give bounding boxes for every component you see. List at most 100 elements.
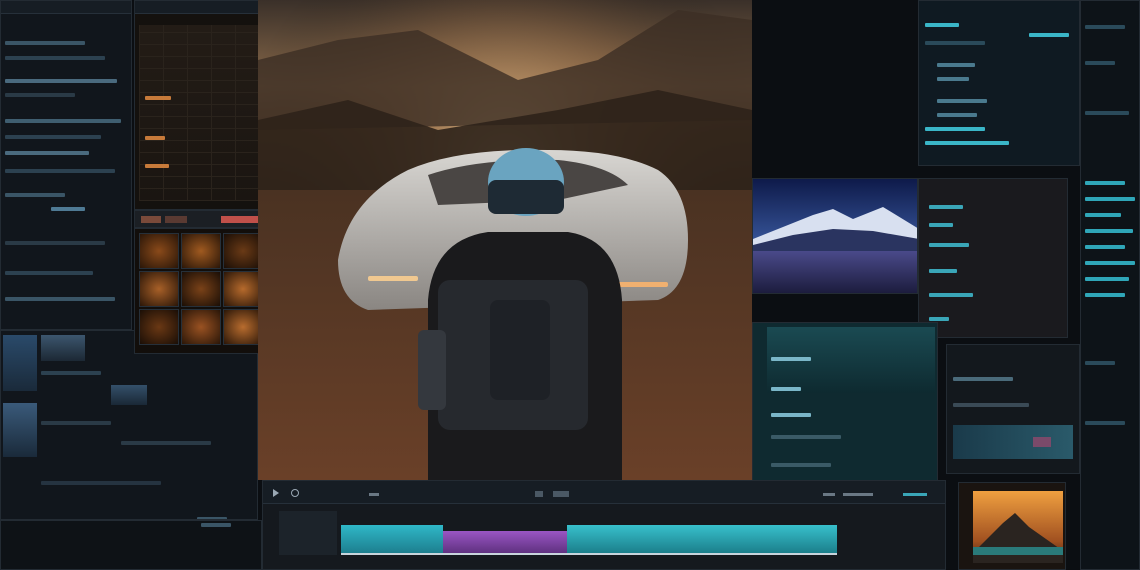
property-row[interactable]	[937, 77, 969, 81]
property-row[interactable]	[937, 113, 977, 117]
track-header[interactable]	[279, 511, 337, 555]
property-row[interactable]	[1029, 33, 1069, 37]
list-item[interactable]	[5, 56, 105, 60]
list-item[interactable]	[201, 523, 231, 527]
timeline-control[interactable]	[823, 493, 835, 496]
meter-bar	[953, 425, 1073, 459]
list-item[interactable]	[5, 93, 75, 97]
property-row[interactable]	[929, 243, 969, 247]
property-row[interactable]	[953, 403, 1029, 407]
media-bin-panel	[0, 330, 258, 520]
property-row[interactable]	[1085, 213, 1121, 217]
list-item[interactable]	[5, 169, 115, 173]
audio-mixer-panel	[946, 344, 1080, 474]
list-item[interactable]	[41, 421, 111, 425]
clip-thumbnail[interactable]	[181, 309, 221, 345]
preview-thumbnail[interactable]	[958, 482, 1066, 570]
clip-thumbnail[interactable]	[3, 403, 37, 457]
property-row[interactable]	[1085, 197, 1135, 201]
clip-thumbnail[interactable]	[3, 335, 37, 391]
effect-item[interactable]	[145, 136, 165, 140]
property-row[interactable]	[771, 463, 831, 467]
property-row[interactable]	[929, 205, 963, 209]
clip-thumbnail[interactable]	[223, 271, 263, 307]
property-row[interactable]	[1085, 111, 1129, 115]
list-item[interactable]	[5, 79, 117, 83]
property-row[interactable]	[929, 269, 957, 273]
list-item[interactable]	[121, 441, 211, 445]
property-row[interactable]	[1085, 25, 1125, 29]
bottom-left-strip	[0, 520, 262, 570]
property-row[interactable]	[1085, 229, 1133, 233]
clip-thumbnail[interactable]	[223, 309, 263, 345]
clip-thumbnail[interactable]	[181, 233, 221, 269]
timeline-control[interactable]	[369, 493, 379, 496]
list-item[interactable]	[5, 241, 105, 245]
property-row[interactable]	[1085, 361, 1115, 365]
list-item[interactable]	[5, 271, 93, 275]
scopes-panel	[752, 322, 938, 482]
list-item[interactable]	[5, 119, 121, 123]
property-row[interactable]	[925, 23, 959, 27]
clip-thumbnail[interactable]	[139, 271, 179, 307]
property-row[interactable]	[937, 99, 987, 103]
inspector-panel	[918, 0, 1080, 166]
zoom-icon[interactable]	[535, 491, 543, 497]
property-row[interactable]	[953, 377, 1013, 381]
clip-thumbnail[interactable]	[139, 309, 179, 345]
property-row[interactable]	[1085, 181, 1125, 185]
timeline-clip[interactable]	[567, 525, 837, 555]
list-item[interactable]	[41, 481, 161, 485]
far-right-strip	[1080, 0, 1140, 570]
list-item[interactable]	[5, 193, 65, 197]
property-row[interactable]	[925, 41, 985, 45]
toolbar-button[interactable]	[165, 216, 187, 223]
property-row[interactable]	[771, 413, 811, 417]
property-row[interactable]	[925, 127, 985, 131]
mountain-thumbnail	[753, 179, 917, 293]
property-row[interactable]	[929, 317, 949, 321]
list-item[interactable]	[51, 207, 85, 211]
timeline-clip[interactable]	[443, 531, 567, 555]
property-row[interactable]	[929, 293, 973, 297]
timeline-panel	[262, 480, 946, 570]
left-panel-header	[1, 1, 131, 14]
property-row[interactable]	[929, 223, 953, 227]
snap-icon[interactable]	[553, 491, 569, 497]
property-row[interactable]	[771, 357, 811, 361]
list-item[interactable]	[5, 135, 101, 139]
property-row[interactable]	[1085, 245, 1125, 249]
effect-item[interactable]	[145, 164, 169, 168]
list-item[interactable]	[5, 151, 89, 155]
list-item[interactable]	[41, 371, 101, 375]
property-row[interactable]	[1085, 277, 1129, 281]
property-row[interactable]	[771, 387, 801, 391]
property-row[interactable]	[937, 63, 975, 67]
playhead[interactable]	[341, 553, 837, 555]
left-browser-panel	[0, 0, 132, 330]
timeline-control[interactable]	[843, 493, 873, 496]
clip-thumbnail[interactable]	[223, 233, 263, 269]
source-monitor[interactable]	[752, 178, 918, 294]
toolbar-button[interactable]	[141, 216, 161, 223]
clip-thumbnail[interactable]	[41, 335, 85, 361]
property-row[interactable]	[1085, 421, 1125, 425]
list-item[interactable]	[5, 297, 115, 301]
play-icon[interactable]	[273, 489, 279, 497]
property-row[interactable]	[925, 141, 1009, 145]
property-row[interactable]	[771, 435, 841, 439]
effect-item[interactable]	[145, 96, 171, 100]
timeline-control[interactable]	[903, 493, 927, 496]
sunset-mountain-thumbnail	[973, 491, 1063, 563]
clip-thumbnail[interactable]	[181, 271, 221, 307]
property-row[interactable]	[1085, 293, 1125, 297]
clip-thumbnail[interactable]	[111, 385, 147, 405]
program-monitor[interactable]	[258, 0, 752, 480]
timeline-clip[interactable]	[341, 525, 443, 555]
property-row[interactable]	[1085, 61, 1115, 65]
scissors-icon[interactable]	[291, 489, 299, 497]
toolbar-button[interactable]	[221, 216, 261, 223]
list-item[interactable]	[5, 41, 85, 45]
property-row[interactable]	[1085, 261, 1135, 265]
clip-thumbnail[interactable]	[139, 233, 179, 269]
